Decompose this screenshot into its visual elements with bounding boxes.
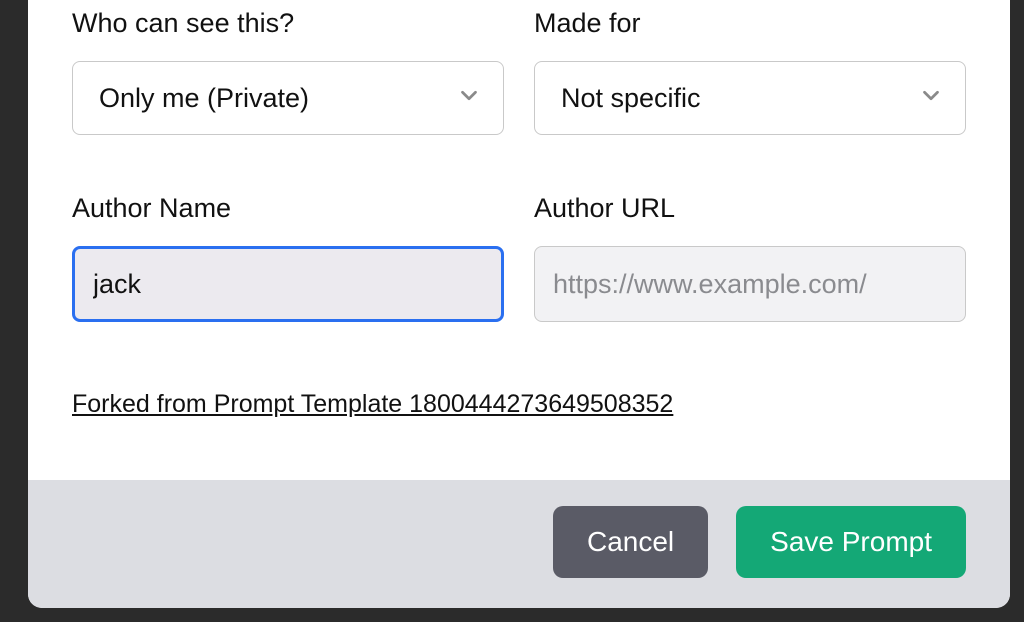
author-name-group: Author Name — [72, 193, 504, 322]
visibility-select-value: Only me (Private) — [99, 83, 309, 114]
author-url-label: Author URL — [534, 193, 966, 224]
modal-footer: Cancel Save Prompt — [28, 480, 1010, 608]
form-row-1: Who can see this? Only me (Private) Made… — [72, 8, 966, 135]
author-name-input[interactable] — [72, 246, 504, 322]
madefor-select[interactable]: Not specific — [534, 61, 966, 135]
madefor-select-wrap: Not specific — [534, 61, 966, 135]
visibility-group: Who can see this? Only me (Private) — [72, 8, 504, 135]
modal-dialog: Who can see this? Only me (Private) Made… — [28, 0, 1010, 608]
madefor-group: Made for Not specific — [534, 8, 966, 135]
cancel-button[interactable]: Cancel — [553, 506, 708, 578]
madefor-label: Made for — [534, 8, 966, 39]
visibility-select[interactable]: Only me (Private) — [72, 61, 504, 135]
modal-body: Who can see this? Only me (Private) Made… — [28, 0, 1010, 480]
author-url-group: Author URL — [534, 193, 966, 322]
forked-from-link[interactable]: Forked from Prompt Template 180044427364… — [72, 390, 673, 419]
madefor-select-value: Not specific — [561, 83, 701, 114]
visibility-label: Who can see this? — [72, 8, 504, 39]
author-url-input[interactable] — [534, 246, 966, 322]
author-name-label: Author Name — [72, 193, 504, 224]
form-row-2: Author Name Author URL — [72, 193, 966, 322]
visibility-select-wrap: Only me (Private) — [72, 61, 504, 135]
save-button[interactable]: Save Prompt — [736, 506, 966, 578]
